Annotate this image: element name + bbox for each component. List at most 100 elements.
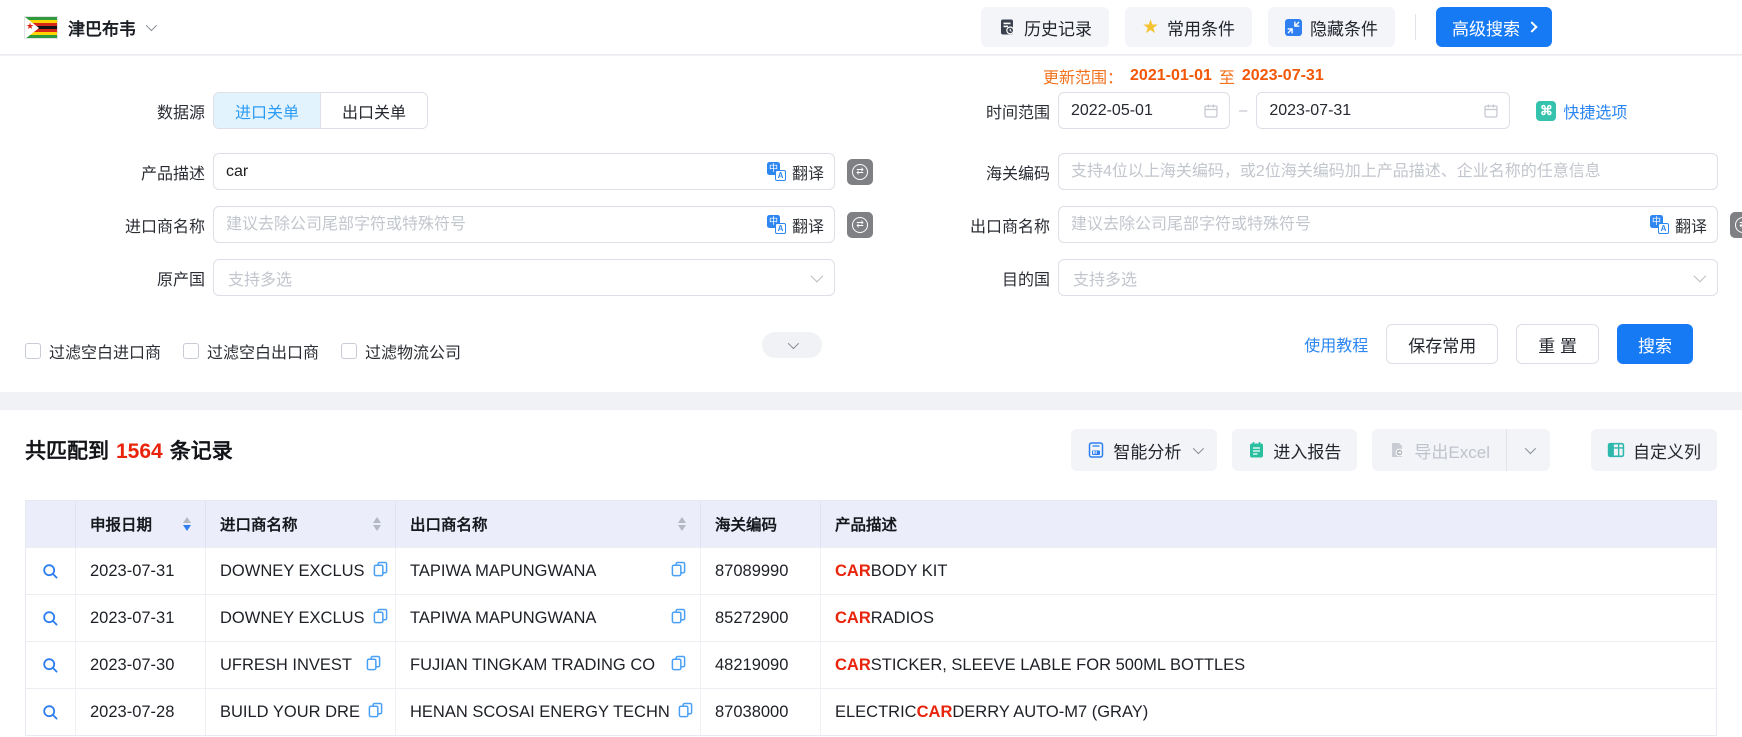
zimbabwe-flag-icon: ★ (24, 16, 58, 39)
table-row: 2023-07-31 DOWNEY EXCLUS TAPIWA MAPUNGWA… (26, 594, 1716, 641)
match-count: 共匹配到 1564 条记录 (25, 435, 233, 465)
filter-blank-exporter-checkbox[interactable]: 过滤空白出口商 (183, 339, 319, 363)
magnifier-icon (42, 610, 59, 627)
search-button[interactable]: 搜索 (1617, 324, 1693, 364)
row-detail-button[interactable] (26, 595, 76, 641)
sort-asc-icon (678, 517, 686, 523)
table-body: 2023-07-31 DOWNEY EXCLUS TAPIWA MAPUNGWA… (26, 547, 1716, 735)
sort-control[interactable] (363, 517, 381, 531)
origin-label: 原产国 (0, 266, 205, 290)
cell-date: 2023-07-31 (76, 595, 206, 641)
copy-icon (678, 702, 693, 718)
translate-button[interactable]: 中A 翻译 (1650, 213, 1707, 237)
date-to-input[interactable]: 2023-07-31 (1256, 92, 1510, 129)
advanced-search-button[interactable]: 高级搜索 (1436, 7, 1552, 47)
desc-keyword-highlight: CAR (917, 703, 953, 722)
table-row: 2023-07-30 UFRESH INVEST FUJIAN TINGKAM … (26, 641, 1716, 688)
origin-select[interactable]: 支持多选 (213, 259, 835, 296)
cell-date: 2023-07-28 (76, 689, 206, 735)
match-mode-button[interactable]: ⇄ (1730, 212, 1742, 238)
reset-button[interactable]: 重 置 (1516, 324, 1599, 364)
sort-desc-icon (678, 525, 686, 531)
cell-hs-code: 87089990 (701, 548, 821, 594)
quick-options-link[interactable]: ⌘ 快捷选项 (1536, 99, 1627, 123)
results-header: 共匹配到 1564 条记录 BI 智能分析 进入报告 导出Excel (25, 410, 1717, 472)
count-number: 1564 (116, 440, 163, 464)
tab-export-declarations[interactable]: 出口关单 (320, 93, 427, 128)
sort-desc-icon (373, 525, 381, 531)
results-section: 共匹配到 1564 条记录 BI 智能分析 进入报告 导出Excel (0, 410, 1742, 737)
exporter-label: 出口商名称 (880, 213, 1050, 237)
customize-columns-button[interactable]: 自定义列 (1591, 429, 1717, 471)
exporter-name: TAPIWA MAPUNGWANA (410, 562, 596, 581)
smart-analysis-button[interactable]: BI 智能分析 (1071, 429, 1217, 471)
filter-blank-importer-checkbox[interactable]: 过滤空白进口商 (25, 339, 161, 363)
copy-button[interactable] (663, 655, 686, 676)
header-cell-actions (26, 501, 76, 547)
hide-conditions-button[interactable]: 隐藏条件 (1268, 7, 1395, 47)
divider (1415, 14, 1416, 40)
copy-button[interactable] (360, 702, 383, 723)
match-mode-button[interactable]: ⇄ (847, 212, 873, 238)
row-detail-button[interactable] (26, 689, 76, 735)
cell-importer: DOWNEY EXCLUS (206, 595, 396, 641)
export-excel-button[interactable]: 导出Excel (1372, 429, 1506, 471)
date-from-value: 2022-05-01 (1071, 102, 1203, 120)
export-excel-group: 导出Excel (1372, 429, 1550, 471)
sort-control[interactable] (173, 517, 191, 531)
favorites-button[interactable]: ★ 常用条件 (1125, 7, 1252, 47)
product-desc-input[interactable] (213, 153, 835, 190)
table-header-row: 申报日期 进口商名称 出口商名称 海关编码 产品描述 (26, 501, 1716, 547)
data-source-tabs: 进口关单 出口关单 (213, 92, 428, 129)
tutorial-link[interactable]: 使用教程 (1304, 332, 1368, 356)
date-from-input[interactable]: 2022-05-01 (1058, 92, 1230, 129)
collapse-form-button[interactable] (762, 332, 822, 358)
country-selector[interactable]: ★ 津巴布韦 (0, 15, 154, 40)
match-mode-button[interactable]: ⇄ (847, 159, 873, 185)
chevron-down-icon (811, 270, 824, 283)
command-icon: ⌘ (1536, 101, 1556, 121)
copy-button[interactable] (670, 702, 693, 723)
magnifier-icon (42, 563, 59, 580)
exporter-input[interactable] (1058, 206, 1718, 243)
enter-report-button[interactable]: 进入报告 (1232, 429, 1357, 471)
copy-button[interactable] (663, 561, 686, 582)
desc-text: BODY KIT (871, 562, 948, 581)
importer-name: BUILD YOUR DRE (220, 703, 360, 722)
translate-button[interactable]: 中A 翻译 (767, 213, 824, 237)
save-common-button[interactable]: 保存常用 (1386, 324, 1498, 364)
count-suffix: 条记录 (170, 435, 233, 465)
copy-button[interactable] (358, 655, 381, 676)
copy-button[interactable] (365, 561, 388, 582)
translate-label: 翻译 (792, 160, 824, 184)
header-label: 出口商名称 (410, 513, 488, 535)
hs-code-input[interactable] (1058, 153, 1718, 190)
history-button[interactable]: 历史记录 (981, 7, 1109, 47)
importer-input[interactable] (213, 206, 835, 243)
filter-logistics-checkbox[interactable]: 过滤物流公司 (341, 339, 461, 363)
row-detail-button[interactable] (26, 642, 76, 688)
country-name: 津巴布韦 (68, 15, 136, 40)
filter-blank-importer-label: 过滤空白进口商 (49, 339, 161, 363)
copy-button[interactable] (663, 608, 686, 629)
customize-columns-label: 自定义列 (1633, 438, 1701, 463)
cell-product-desc: ELECTRIC CAR DERRY AUTO-M7 (GRAY) (821, 689, 1716, 735)
chevron-down-icon (1193, 443, 1204, 454)
sort-control[interactable] (668, 517, 686, 531)
copy-button[interactable] (365, 608, 388, 629)
header-cell-date: 申报日期 (76, 501, 206, 547)
importer-name: DOWNEY EXCLUS (220, 562, 365, 581)
enter-report-label: 进入报告 (1273, 438, 1341, 463)
row-detail-button[interactable] (26, 548, 76, 594)
export-options-button[interactable] (1506, 429, 1550, 471)
cell-product-desc: CAR BODY KIT (821, 548, 1716, 594)
swap-icon: ⇄ (852, 217, 868, 233)
tab-import-declarations[interactable]: 进口关单 (214, 93, 320, 128)
cell-hs-code: 87038000 (701, 689, 821, 735)
sort-asc-icon (183, 517, 191, 523)
cell-exporter: HENAN SCOSAI ENERGY TECHN (396, 689, 701, 735)
exporter-name: HENAN SCOSAI ENERGY TECHN (410, 703, 670, 722)
table-row: 2023-07-28 BUILD YOUR DRE HENAN SCOSAI E… (26, 688, 1716, 735)
destination-select[interactable]: 支持多选 (1058, 259, 1718, 296)
translate-button[interactable]: 中A 翻译 (767, 160, 824, 184)
